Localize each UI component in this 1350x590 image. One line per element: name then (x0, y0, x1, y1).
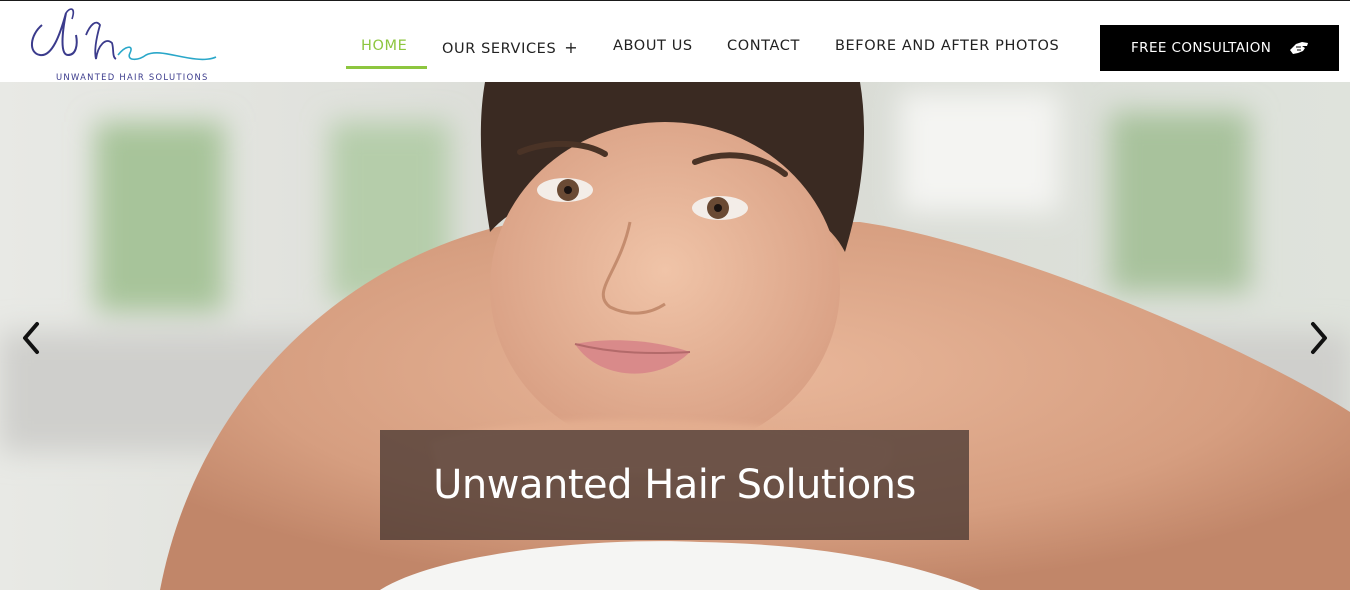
logo-script-mark (31, 8, 217, 61)
chevron-right-icon[interactable] (1304, 318, 1334, 358)
nav-active-indicator (346, 66, 427, 69)
chevron-left-icon[interactable] (16, 318, 46, 358)
nav-item-contact[interactable]: CONTACT (727, 38, 800, 54)
nav-item-home[interactable]: HOME (361, 38, 407, 54)
nav-item-our-services[interactable]: OUR SERVICES + (442, 38, 578, 57)
plus-icon[interactable]: + (564, 38, 578, 57)
free-consultation-button[interactable]: FREE CONSULTAION (1100, 25, 1339, 71)
hero-slider: Unwanted Hair Solutions (0, 82, 1350, 590)
hand-pointer-icon (1290, 42, 1308, 54)
free-consultation-label: FREE CONSULTAION (1131, 40, 1272, 56)
nav-item-about-us[interactable]: ABOUT US (613, 38, 693, 54)
site-header: UNWANTED HAIR SOLUTIONS HOME OUR SERVICE… (0, 0, 1350, 82)
nav-item-before-after-photos[interactable]: BEFORE AND AFTER PHOTOS (835, 38, 1059, 54)
hero-caption-box: Unwanted Hair Solutions (380, 430, 969, 540)
logo-wordmark: UNWANTED HAIR SOLUTIONS (56, 72, 209, 82)
site-logo[interactable]: UNWANTED HAIR SOLUTIONS (26, 5, 226, 82)
nav-item-our-services-label: OUR SERVICES (442, 41, 557, 57)
hero-caption-title: Unwanted Hair Solutions (433, 462, 916, 508)
